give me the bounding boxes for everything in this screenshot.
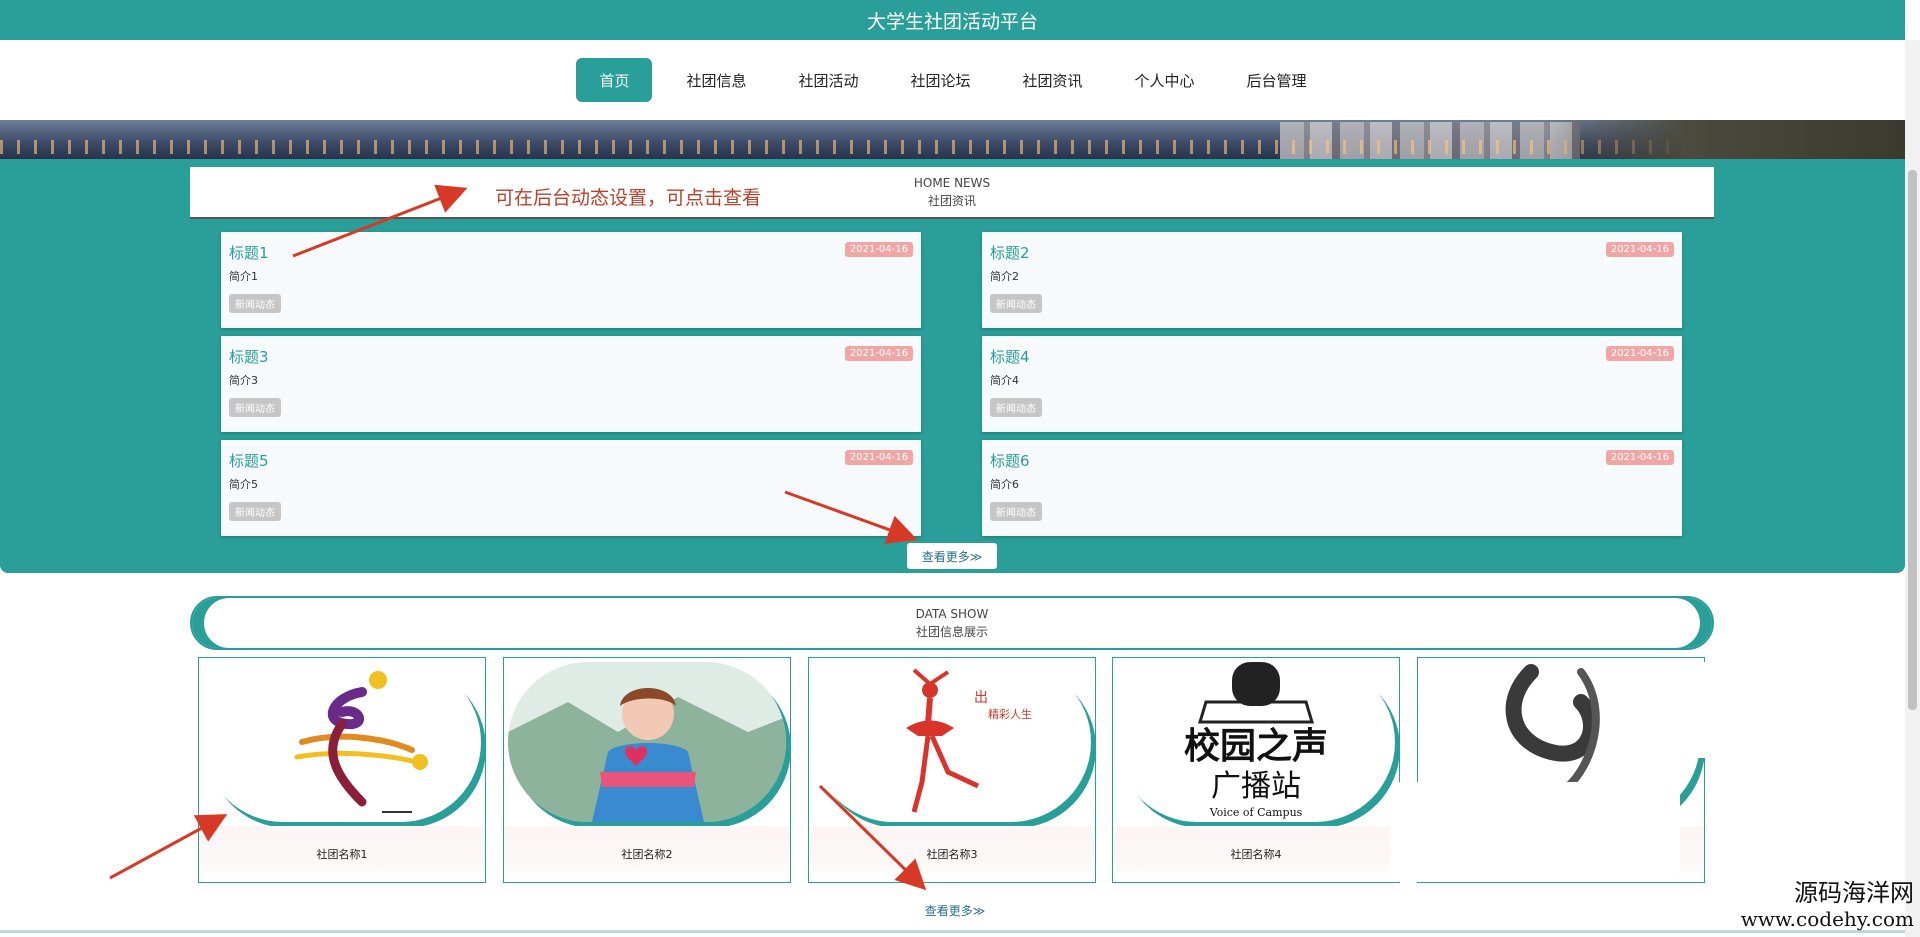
arrow-icon	[109, 814, 228, 880]
watermark: 源码海洋网 www.codehy.com	[1741, 879, 1914, 931]
scrollbar-thumb[interactable]	[1908, 170, 1917, 710]
arrow-icon	[784, 490, 918, 544]
annotation-text: 可在后台动态设置，可点击查看	[495, 187, 762, 209]
watermark-title: 源码海洋网	[1794, 879, 1914, 907]
arrow-icon	[292, 184, 468, 258]
page-scrollbar[interactable]	[1905, 40, 1920, 937]
redaction-blot	[1664, 662, 1842, 758]
redaction-blot	[1390, 782, 1680, 882]
watermark-url: www.codehy.com	[1740, 907, 1914, 931]
arrow-icon	[818, 784, 927, 891]
